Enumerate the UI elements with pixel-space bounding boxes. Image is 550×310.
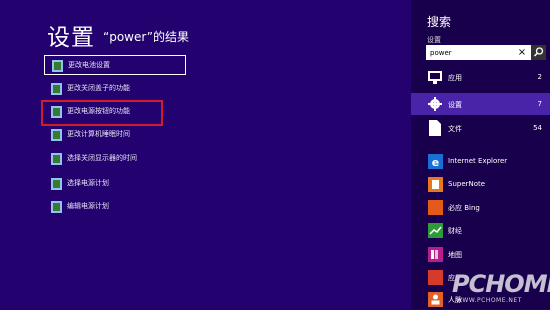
monitor-icon [428,71,442,84]
category-count: 7 [537,100,542,108]
gear-icon [428,97,442,111]
category-count: 2 [537,73,542,81]
app-item-supernote[interactable]: SuperNote [411,175,550,195]
app-item-internet-explorer[interactable]: e Internet Explorer [411,152,550,172]
result-item-lid[interactable]: 更改关闭盖子的功能 [44,79,186,99]
internet-explorer-icon: e [428,154,443,169]
bing-icon [428,200,443,215]
watermark-logo: PCHOME [452,270,550,298]
app-item-finance[interactable]: 财经 [411,221,550,241]
result-item-label: 更改关闭盖子的功能 [67,84,130,92]
search-category-apps[interactable]: 应用 2 [411,66,550,88]
result-item-edit-plan[interactable]: 编辑电源计划 [44,197,186,217]
category-label: 应用 [448,74,462,82]
power-options-icon [51,83,62,95]
app-item-label: SuperNote [448,180,486,188]
result-item-choose-plan[interactable]: 选择电源计划 [44,174,186,194]
result-item-label: 更改计算机睡眠时间 [67,130,130,138]
results-subtitle: “power”的结果 [103,30,190,44]
highlight-box [41,100,163,126]
app-item-label: 财经 [448,227,462,235]
svg-text:e: e [432,156,439,169]
result-item-label: 选择电源计划 [67,179,109,187]
app-item-maps[interactable]: 地图 [411,245,550,265]
supernote-icon [428,177,443,192]
search-category-files[interactable]: 文件 54 [411,117,550,139]
search-pane: 搜索 设置 × 应用 2 设置 7 文件 54 e Internet Explo… [411,0,550,309]
power-options-icon [51,129,62,141]
search-box: × [426,45,546,60]
result-item-label: 更改电池设置 [68,61,110,69]
search-icon [533,47,544,57]
result-item-sleep[interactable]: 更改计算机睡眠时间 [44,125,186,145]
category-count: 54 [533,124,542,132]
finance-chart-icon [428,223,443,238]
search-button[interactable] [531,45,546,60]
app-item-label: 地图 [448,251,462,259]
power-options-icon [51,153,62,165]
result-item-label: 编辑电源计划 [67,202,109,210]
search-input[interactable] [430,46,512,59]
result-item-display-off[interactable]: 选择关闭显示器的时间 [44,149,186,169]
app-item-label: Internet Explorer [448,157,508,165]
power-options-icon [51,178,62,190]
people-icon [428,292,443,307]
app-item-bing[interactable]: 必应 Bing [411,198,550,218]
category-label: 设置 [448,101,462,109]
result-item-label: 选择关闭显示器的时间 [67,154,137,162]
watermark-url: WWW.PCHOME.NET [456,297,522,304]
result-item-battery[interactable]: 更改电池设置 [44,55,186,75]
category-label: 文件 [448,125,462,133]
app-icon [428,270,443,285]
app-item-label: 必应 Bing [448,204,480,212]
search-scope-label: 设置 [427,36,441,44]
clear-icon[interactable]: × [515,45,529,60]
search-category-settings[interactable]: 设置 7 [411,93,550,115]
results-area: 设置 “power”的结果 更改电池设置 更改关闭盖子的功能 更改电源按钮的功能… [0,0,411,309]
power-options-icon [51,201,62,213]
search-pane-title: 搜索 [427,15,452,29]
map-icon [428,247,443,262]
power-options-icon [52,60,63,72]
page-title: 设置 [47,25,95,51]
file-icon [429,120,441,136]
